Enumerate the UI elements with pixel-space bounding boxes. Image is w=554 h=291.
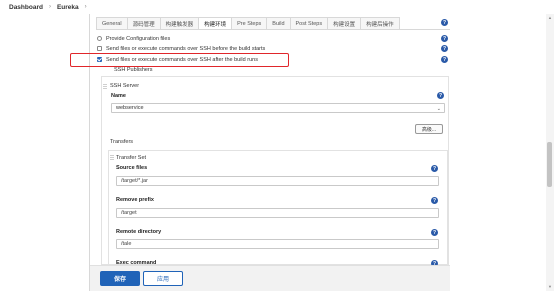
- help-icon[interactable]: ?: [431, 165, 438, 172]
- help-icon[interactable]: ?: [441, 19, 448, 26]
- breadcrumb-dashboard[interactable]: Dashboard: [9, 4, 43, 11]
- remote-directory-label: Remote directory: [116, 229, 162, 235]
- scrollbar-thumb[interactable]: [547, 142, 552, 187]
- help-icon[interactable]: ?: [441, 56, 448, 63]
- help-icon[interactable]: ?: [441, 45, 448, 52]
- highlight-box: [70, 53, 289, 67]
- help-icon[interactable]: ?: [441, 35, 448, 42]
- radio-icon[interactable]: [97, 36, 102, 41]
- transfers-label: Transfers: [110, 139, 134, 145]
- tabs-divider: [96, 29, 450, 30]
- ssh-server-label: SSH Server: [110, 83, 140, 89]
- source-files-label: Source files: [116, 165, 148, 171]
- breadcrumb-separator: ›: [84, 4, 87, 10]
- breadcrumb: Dashboard › Eureka ›: [0, 0, 554, 14]
- help-icon[interactable]: ?: [431, 229, 438, 236]
- ssh-publishers-label: SSH Publishers: [114, 67, 153, 73]
- ssh-server-select[interactable]: webservice ⌄: [111, 103, 445, 113]
- transfer-set-label: Transfer Set: [116, 155, 147, 161]
- breadcrumb-project[interactable]: Eureka: [57, 4, 79, 11]
- apply-button[interactable]: 应用: [143, 271, 183, 286]
- scroll-down-icon[interactable]: ▼: [548, 284, 552, 289]
- drag-handle-icon[interactable]: [103, 84, 107, 90]
- option-label: Send files or execute commands over SSH …: [106, 45, 266, 52]
- scroll-up-icon[interactable]: ▲: [548, 15, 552, 20]
- remote-directory-input[interactable]: /tale: [116, 239, 439, 249]
- option-label: Provide Configuration files: [106, 35, 171, 42]
- breadcrumb-separator: ›: [48, 4, 51, 10]
- remove-prefix-input[interactable]: /target: [116, 208, 439, 218]
- remove-prefix-label: Remove prefix: [116, 197, 154, 203]
- option-provide-config[interactable]: Provide Configuration files: [97, 34, 170, 43]
- name-label: Name: [111, 93, 126, 99]
- ssh-server-selected: webservice: [116, 105, 144, 111]
- help-icon[interactable]: ?: [437, 92, 444, 99]
- drag-handle-icon[interactable]: [110, 155, 114, 161]
- chevron-down-icon: ⌄: [436, 106, 441, 112]
- save-button[interactable]: 保存: [100, 271, 140, 286]
- source-files-input[interactable]: /target/*.jar: [116, 176, 439, 186]
- option-ssh-before-build[interactable]: Send files or execute commands over SSH …: [97, 44, 265, 53]
- advanced-button[interactable]: 高级...: [415, 124, 443, 134]
- help-icon[interactable]: ?: [431, 197, 438, 204]
- checkbox-icon[interactable]: [97, 46, 102, 51]
